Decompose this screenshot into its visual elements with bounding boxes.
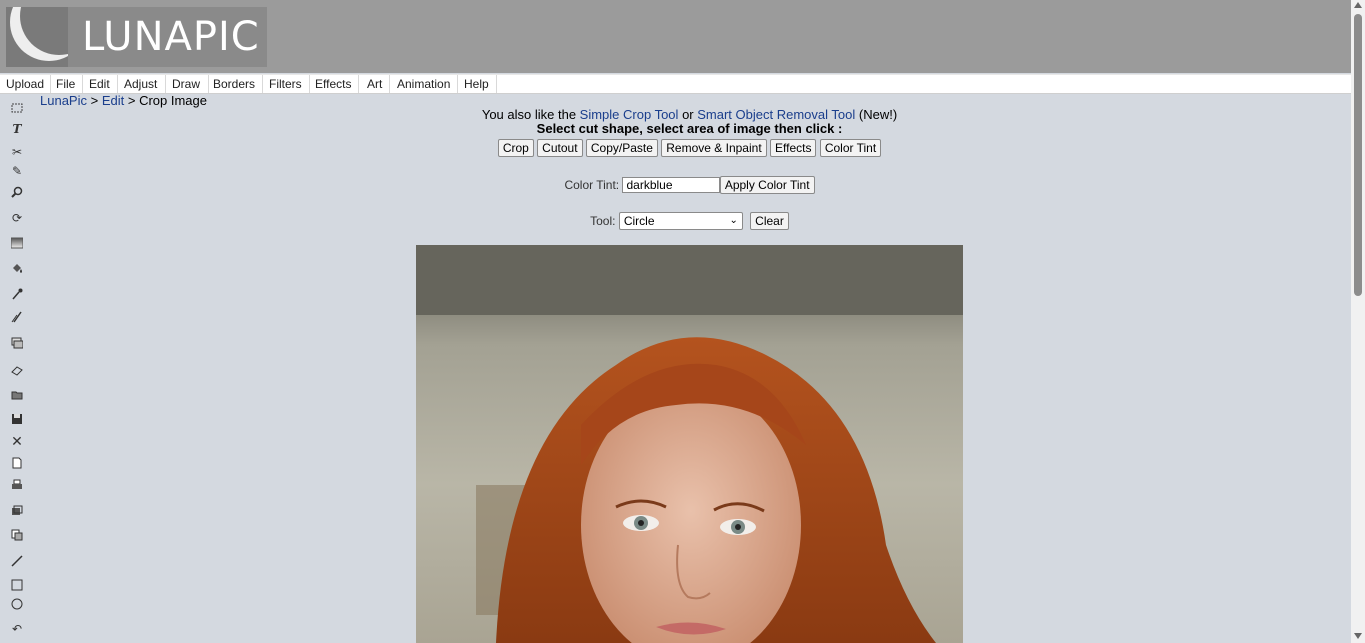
menu-bar: Upload File Edit Adjust Draw Borders Fil… — [0, 74, 1351, 94]
text-icon[interactable]: T — [10, 122, 24, 136]
menu-upload[interactable]: Upload — [0, 75, 52, 93]
tool-select[interactable]: Circle ⌄ — [618, 212, 743, 230]
effects-button[interactable]: Effects — [770, 139, 817, 157]
menu-edit[interactable]: Edit — [82, 75, 118, 93]
menu-draw[interactable]: Draw — [164, 75, 210, 93]
cutout-button[interactable]: Cutout — [537, 139, 583, 157]
color-tint-row: Color Tint: Apply Color Tint — [416, 176, 963, 194]
pencil-icon[interactable]: ✎ — [10, 164, 24, 178]
remove-inpaint-button[interactable]: Remove & Inpaint — [661, 139, 767, 157]
instruction-text: Select cut shape, select area of image t… — [536, 121, 843, 136]
layers-icon[interactable] — [10, 505, 24, 519]
gradient-icon[interactable] — [10, 237, 24, 251]
breadcrumb-edit-link[interactable]: Edit — [102, 93, 124, 108]
open-icon[interactable] — [10, 389, 24, 403]
moon-logo-icon — [6, 7, 68, 67]
breadcrumb-separator: > — [90, 93, 99, 108]
simple-crop-tool-link[interactable]: Simple Crop Tool — [580, 107, 679, 122]
copy-paste-button[interactable]: Copy/Paste — [585, 139, 658, 157]
promo-middle: or — [682, 107, 694, 122]
promo-line: You also like the Simple Crop Tool or Sm… — [416, 107, 963, 122]
breadcrumb-current: Crop Image — [139, 93, 207, 108]
promo-prefix: You also like the — [481, 107, 577, 122]
apply-color-tint-button[interactable]: Apply Color Tint — [719, 176, 815, 194]
fill-icon[interactable] — [10, 262, 24, 276]
print-icon[interactable] — [10, 479, 24, 493]
circle-icon[interactable] — [10, 598, 24, 612]
breadcrumb-home-link[interactable]: LunaPic — [40, 93, 87, 108]
undo-icon[interactable]: ↶ — [10, 622, 24, 636]
menu-file[interactable]: File — [49, 75, 84, 93]
portrait-photo — [416, 245, 963, 643]
eraser-icon[interactable] — [10, 364, 24, 378]
scrollbar-thumb[interactable] — [1354, 14, 1362, 296]
scissors-icon[interactable]: ✂ — [10, 145, 24, 159]
breadcrumb: LunaPic > Edit > Crop Image — [40, 93, 207, 108]
scroll-down-arrow-icon[interactable] — [1354, 633, 1362, 639]
line-icon[interactable] — [10, 555, 24, 569]
menu-filters[interactable]: Filters — [262, 75, 310, 93]
menu-adjust[interactable]: Adjust — [116, 75, 167, 93]
eyedropper-icon[interactable] — [10, 288, 24, 302]
select-icon[interactable] — [10, 102, 24, 116]
promo-suffix: (New!) — [858, 107, 898, 122]
rotate-icon[interactable]: ⟳ — [10, 211, 24, 225]
vertical-scrollbar[interactable] — [1351, 0, 1365, 643]
image-canvas[interactable] — [416, 245, 963, 643]
color-tint-label: Color Tint: — [564, 178, 620, 192]
crop-icon[interactable] — [10, 337, 24, 351]
tool-select-value: Circle — [623, 214, 655, 228]
clear-button[interactable]: Clear — [750, 212, 789, 230]
tool-label: Tool: — [590, 214, 616, 228]
new-icon[interactable] — [10, 457, 24, 471]
menu-borders[interactable]: Borders — [206, 75, 264, 93]
rectangle-icon[interactable] — [10, 579, 24, 593]
copy-icon[interactable] — [10, 529, 24, 543]
menu-animation[interactable]: Animation — [390, 75, 459, 93]
tool-row: Tool: Circle ⌄ Clear — [416, 212, 963, 230]
menu-effects[interactable]: Effects — [308, 75, 360, 93]
menu-help[interactable]: Help — [457, 75, 497, 93]
brush-icon[interactable] — [10, 311, 24, 325]
logo-text: LUNAPIC — [82, 14, 260, 60]
crop-button[interactable]: Crop — [497, 139, 534, 157]
color-tint-input[interactable] — [622, 177, 721, 193]
breadcrumb-separator: > — [127, 93, 136, 108]
save-icon[interactable] — [10, 413, 24, 427]
smart-object-removal-link[interactable]: Smart Object Removal Tool — [697, 107, 855, 122]
action-buttons: Crop Cutout Copy/Paste Remove & Inpaint … — [416, 139, 963, 157]
color-tint-button[interactable]: Color Tint — [819, 139, 882, 157]
close-icon[interactable]: ✕ — [10, 435, 24, 449]
lunapic-logo[interactable]: LUNAPIC — [6, 7, 267, 67]
header: LUNAPIC — [0, 0, 1351, 73]
menu-art[interactable]: Art — [360, 75, 391, 93]
scroll-up-arrow-icon[interactable] — [1354, 2, 1362, 8]
zoom-icon[interactable] — [10, 186, 24, 200]
chevron-down-icon: ⌄ — [729, 215, 738, 226]
